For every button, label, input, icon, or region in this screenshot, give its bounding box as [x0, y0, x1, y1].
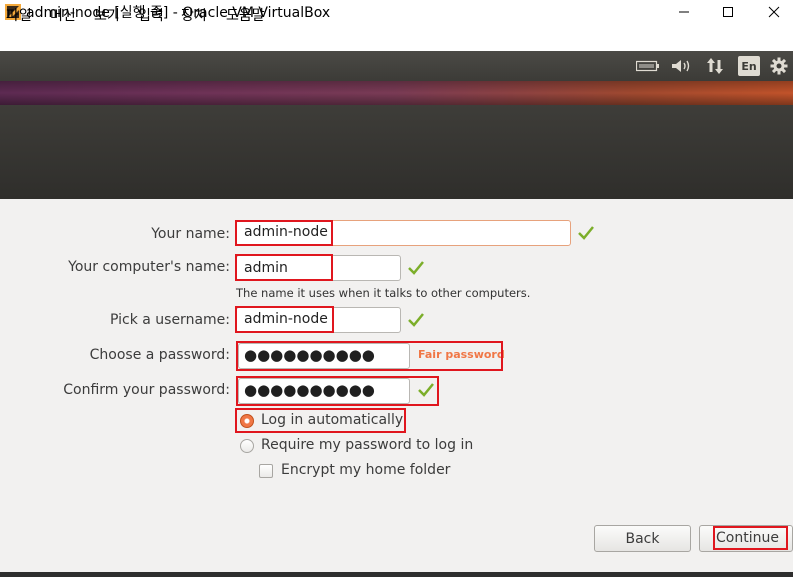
computer-name-label: Your computer's name:	[68, 259, 230, 275]
continue-highlight	[713, 526, 788, 550]
gear-icon[interactable]	[768, 56, 790, 76]
require-password-radio[interactable]	[240, 439, 254, 453]
menu-help[interactable]: 도움말	[226, 5, 265, 25]
minimize-icon	[679, 11, 689, 13]
confirm-password-label: Confirm your password:	[63, 382, 230, 398]
close-button[interactable]	[751, 0, 793, 24]
maximize-icon	[723, 7, 733, 17]
volume-icon[interactable]	[668, 56, 694, 76]
battery-icon[interactable]	[634, 56, 662, 76]
your-name-value: admin-node	[244, 224, 328, 240]
encrypt-home-checkbox[interactable]	[259, 464, 273, 478]
login-auto-highlight	[235, 408, 406, 433]
header-stripe-shade	[0, 81, 793, 105]
checkmark-icon	[408, 261, 424, 275]
back-button[interactable]: Back	[594, 525, 691, 552]
computer-name-hint: The name it uses when it talks to other …	[236, 286, 531, 300]
confirm-password-highlight	[236, 376, 439, 406]
checkmark-icon	[578, 226, 594, 240]
menu-input[interactable]: 입력	[138, 5, 164, 25]
checkmark-icon	[408, 313, 424, 327]
password-label: Choose a password:	[89, 347, 230, 363]
minimize-button[interactable]	[661, 0, 707, 24]
language-indicator[interactable]: En	[738, 56, 760, 76]
username-value: admin-node	[244, 311, 328, 327]
require-password-label[interactable]: Require my password to log in	[261, 437, 473, 453]
bottom-edge	[0, 572, 793, 577]
password-highlight	[236, 341, 503, 371]
computer-name-value: admin	[244, 260, 288, 276]
close-icon	[768, 6, 780, 18]
menu-bar	[0, 24, 793, 51]
your-name-label: Your name:	[151, 226, 230, 242]
menu-view[interactable]: 보기	[94, 5, 120, 25]
installer-header	[0, 105, 793, 199]
username-label: Pick a username:	[109, 312, 230, 328]
encrypt-home-label[interactable]: Encrypt my home folder	[281, 462, 450, 478]
menu-machine[interactable]: 머신	[50, 5, 76, 25]
menu-devices[interactable]: 장치	[181, 5, 207, 25]
network-icon[interactable]	[703, 56, 727, 76]
maximize-button[interactable]	[705, 0, 751, 24]
menu-file[interactable]: 파일	[6, 5, 32, 25]
